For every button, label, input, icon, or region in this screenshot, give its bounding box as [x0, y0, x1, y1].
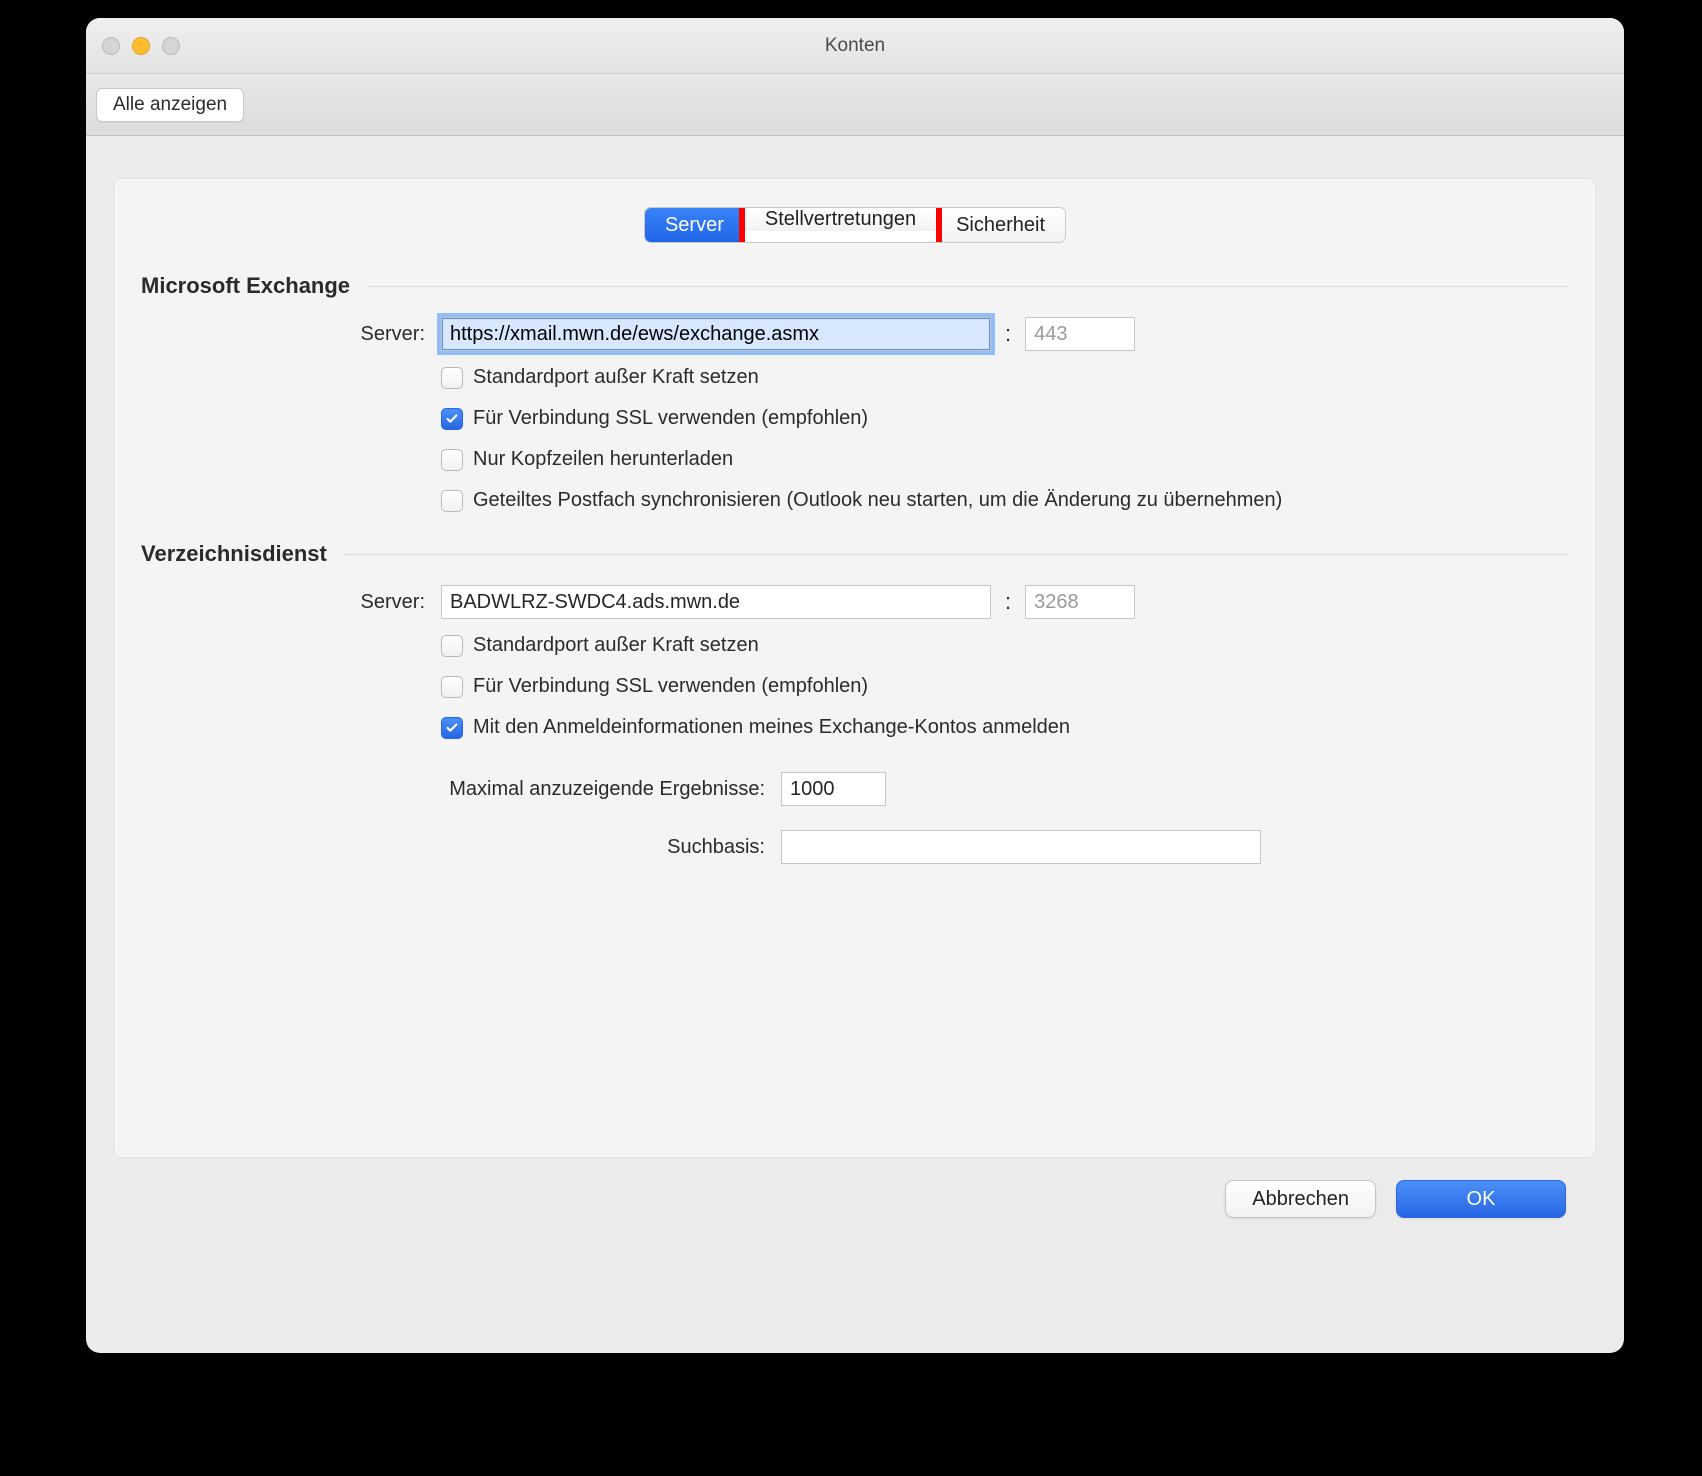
checkbox-icon[interactable] [441, 408, 463, 430]
exchange-headers-label: Nur Kopfzeilen herunterladen [473, 448, 733, 471]
directory-ssl-label: Für Verbindung SSL verwenden (empfohlen) [473, 675, 868, 698]
titlebar: Konten [86, 18, 1624, 74]
directory-port-input[interactable] [1025, 585, 1135, 619]
dialog-footer: Abbrechen OK [114, 1158, 1596, 1218]
preferences-window: Konten Alle anzeigen Server Stellvertret… [86, 18, 1624, 1353]
tab-bar: Server Stellvertretungen Sicherheit [644, 207, 1066, 243]
exchange-ssl-row[interactable]: Für Verbindung SSL verwenden (empfohlen) [441, 404, 1569, 433]
exchange-ssl-label: Für Verbindung SSL verwenden (empfohlen) [473, 407, 868, 430]
section-title-directory: Verzeichnisdienst [141, 541, 327, 567]
directory-server-label: Server: [141, 591, 441, 614]
directory-server-input[interactable] [441, 585, 991, 619]
max-results-label: Maximal anzuzeigende Ergebnisse: [141, 778, 781, 801]
ok-button[interactable]: OK [1396, 1180, 1566, 1218]
checkbox-icon[interactable] [441, 367, 463, 389]
directory-creds-label: Mit den Anmeldeinformationen meines Exch… [473, 716, 1070, 739]
directory-creds-row[interactable]: Mit den Anmeldeinformationen meines Exch… [441, 713, 1569, 742]
checkbox-icon[interactable] [441, 449, 463, 471]
section-directory: Verzeichnisdienst Server: : [141, 541, 1569, 864]
window-controls [102, 37, 180, 55]
exchange-shared-row[interactable]: Geteiltes Postfach synchronisieren (Outl… [441, 486, 1569, 515]
checkbox-icon[interactable] [441, 717, 463, 739]
close-icon[interactable] [102, 37, 120, 55]
exchange-override-port-row[interactable]: Standardport außer Kraft setzen [441, 363, 1569, 392]
port-separator: : [1005, 589, 1011, 615]
exchange-shared-label: Geteiltes Postfach synchronisieren (Outl… [473, 489, 1282, 512]
section-exchange: Microsoft Exchange Server: : [141, 273, 1569, 515]
tab-security[interactable]: Sicherheit [936, 208, 1065, 242]
divider [368, 286, 1569, 287]
checkbox-icon[interactable] [441, 635, 463, 657]
exchange-server-label: Server: [141, 323, 441, 346]
checkbox-icon[interactable] [441, 676, 463, 698]
exchange-server-input[interactable] [441, 317, 991, 351]
directory-override-port-label: Standardport außer Kraft setzen [473, 634, 759, 657]
port-separator: : [1005, 321, 1011, 347]
maximize-icon[interactable] [162, 37, 180, 55]
tab-server[interactable]: Server [645, 208, 745, 242]
show-all-button[interactable]: Alle anzeigen [96, 88, 244, 122]
minimize-icon[interactable] [132, 37, 150, 55]
settings-panel: Server Stellvertretungen Sicherheit Micr… [114, 178, 1596, 1158]
directory-ssl-row[interactable]: Für Verbindung SSL verwenden (empfohlen) [441, 672, 1569, 701]
exchange-headers-row[interactable]: Nur Kopfzeilen herunterladen [441, 445, 1569, 474]
exchange-port-input[interactable] [1025, 317, 1135, 351]
section-title-exchange: Microsoft Exchange [141, 273, 350, 299]
checkbox-icon[interactable] [441, 490, 463, 512]
directory-override-port-row[interactable]: Standardport außer Kraft setzen [441, 631, 1569, 660]
exchange-override-port-label: Standardport außer Kraft setzen [473, 366, 759, 389]
cancel-button[interactable]: Abbrechen [1225, 1180, 1376, 1218]
search-base-input[interactable] [781, 830, 1261, 864]
search-base-label: Suchbasis: [141, 836, 781, 859]
max-results-input[interactable] [781, 772, 886, 806]
toolbar: Alle anzeigen [86, 74, 1624, 136]
divider [345, 554, 1569, 555]
tab-delegates[interactable]: Stellvertretungen [745, 208, 936, 231]
window-title: Konten [86, 35, 1624, 57]
